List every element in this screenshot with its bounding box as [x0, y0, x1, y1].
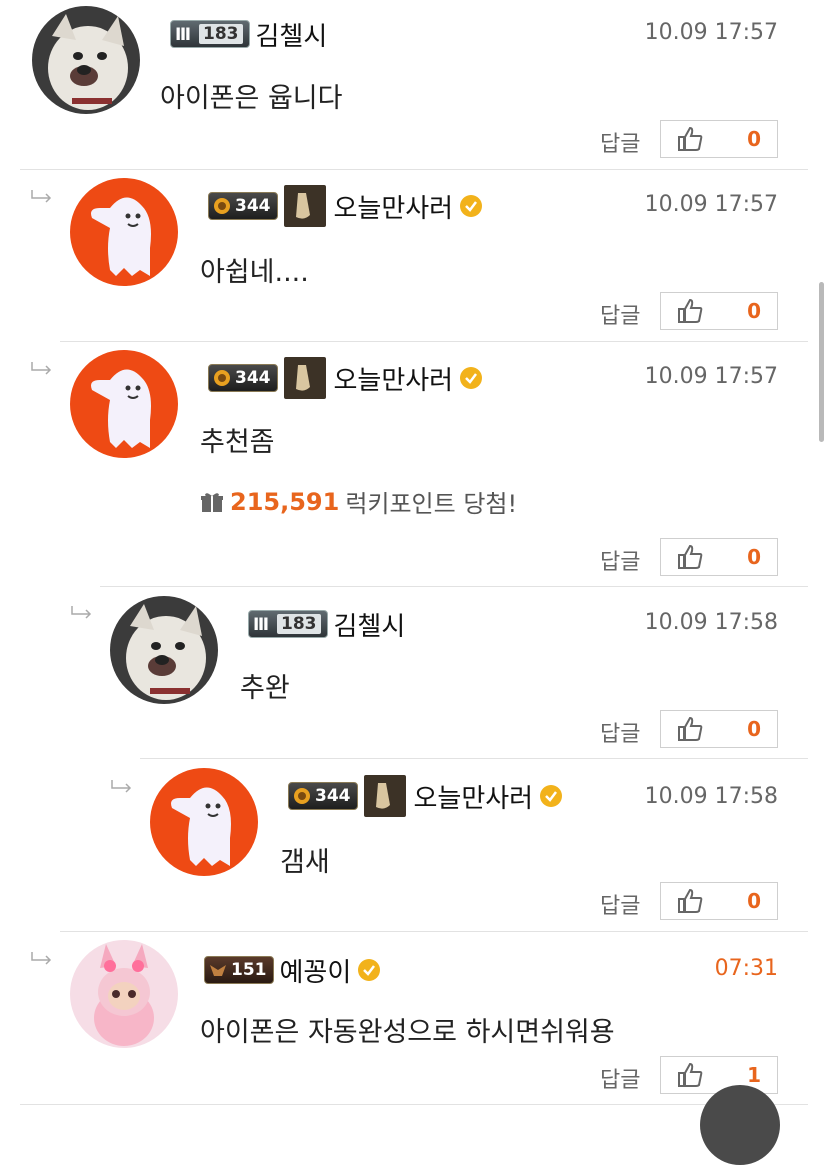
avatar-dog[interactable] — [32, 6, 140, 114]
comment-text: 추완 — [240, 673, 290, 704]
reply-arrow-icon — [31, 190, 52, 203]
comment-text: 추천좀 — [200, 427, 275, 458]
divider — [140, 758, 808, 759]
like-button[interactable]: 0 — [660, 120, 778, 158]
verified-icon — [460, 367, 483, 389]
verified-icon — [358, 959, 381, 981]
divider — [60, 341, 808, 342]
verified-icon — [460, 195, 483, 217]
thumbs-up-icon — [678, 544, 703, 569]
item-badge-icon — [283, 185, 326, 227]
timestamp: 07:31 — [714, 956, 778, 981]
comment-text: 갬새 — [280, 847, 330, 878]
timestamp: 10.09 17:57 — [644, 364, 778, 389]
divider — [20, 169, 808, 170]
lucky-points: 215,591 — [230, 487, 340, 516]
divider — [60, 931, 808, 932]
nickname[interactable]: 오늘만사러 — [334, 188, 454, 225]
comment-text: 아쉽네.... — [200, 257, 309, 288]
reply-arrow-icon — [71, 606, 92, 619]
thumbs-up-icon — [678, 126, 703, 151]
floating-action-button[interactable] — [700, 1085, 780, 1165]
reply-button[interactable]: 답글 — [600, 888, 640, 920]
thumbs-up-icon — [678, 1062, 703, 1087]
comment-text: 아이폰은 윱니다 — [160, 83, 343, 114]
lucky-label: 럭키포인트 당첨! — [345, 490, 518, 518]
item-badge-icon — [283, 357, 326, 399]
like-count: 0 — [747, 127, 761, 151]
thumbs-up-icon — [678, 888, 703, 913]
level-badge-icon: Ⅲ 183 — [248, 610, 328, 638]
reply-button[interactable]: 답글 — [600, 298, 640, 330]
level-badge-icon: 151 — [204, 956, 274, 984]
reply-button[interactable]: 답글 — [600, 126, 640, 158]
nickname[interactable]: 오늘만사러 — [334, 360, 454, 397]
reply-arrow-icon — [31, 952, 52, 965]
divider — [100, 586, 808, 587]
avatar-dog[interactable] — [110, 596, 218, 704]
lucky-point-notice: 215,591 럭키포인트 당첨! — [200, 484, 517, 519]
nickname[interactable]: 김첼시 — [334, 606, 406, 643]
thumbs-up-icon — [678, 716, 703, 741]
timestamp: 10.09 17:58 — [644, 784, 778, 809]
timestamp: 10.09 17:57 — [644, 192, 778, 217]
level-badge-icon: 344 — [208, 364, 278, 392]
reply-button[interactable]: 답글 — [600, 1062, 640, 1094]
like-count: 0 — [747, 717, 761, 741]
comment-text: 아이폰은 자동완성으로 하시면쉬워용 — [200, 1017, 615, 1048]
like-button[interactable]: 0 — [660, 292, 778, 330]
avatar-ghost[interactable] — [150, 768, 258, 876]
divider — [20, 1104, 808, 1105]
like-button[interactable]: 0 — [660, 710, 778, 748]
scrollbar[interactable] — [819, 282, 824, 442]
like-count: 0 — [747, 299, 761, 323]
like-count: 0 — [747, 545, 761, 569]
level-badge-icon: 344 — [288, 782, 358, 810]
nickname[interactable]: 김첼시 — [256, 16, 328, 53]
verified-icon — [540, 785, 563, 807]
item-badge-icon — [363, 775, 406, 817]
level-badge-icon: 344 — [208, 192, 278, 220]
avatar-pink-character[interactable] — [70, 940, 178, 1048]
reply-arrow-icon — [111, 780, 132, 793]
reply-button[interactable]: 답글 — [600, 716, 640, 748]
level-badge-icon: Ⅲ 183 — [170, 20, 250, 48]
like-count: 0 — [747, 889, 761, 913]
reply-arrow-icon — [31, 362, 52, 375]
thumbs-up-icon — [678, 298, 703, 323]
avatar-ghost[interactable] — [70, 350, 178, 458]
like-button[interactable]: 0 — [660, 538, 778, 576]
like-button[interactable]: 0 — [660, 882, 778, 920]
nickname[interactable]: 예꽁이 — [280, 952, 352, 989]
reply-button[interactable]: 답글 — [600, 544, 640, 576]
like-button[interactable]: 1 — [660, 1056, 778, 1094]
gift-icon — [201, 492, 223, 512]
nickname[interactable]: 오늘만사러 — [414, 778, 534, 815]
timestamp: 10.09 17:58 — [644, 610, 778, 635]
like-count: 1 — [747, 1063, 761, 1087]
avatar-ghost[interactable] — [70, 178, 178, 286]
timestamp: 10.09 17:57 — [644, 20, 778, 45]
